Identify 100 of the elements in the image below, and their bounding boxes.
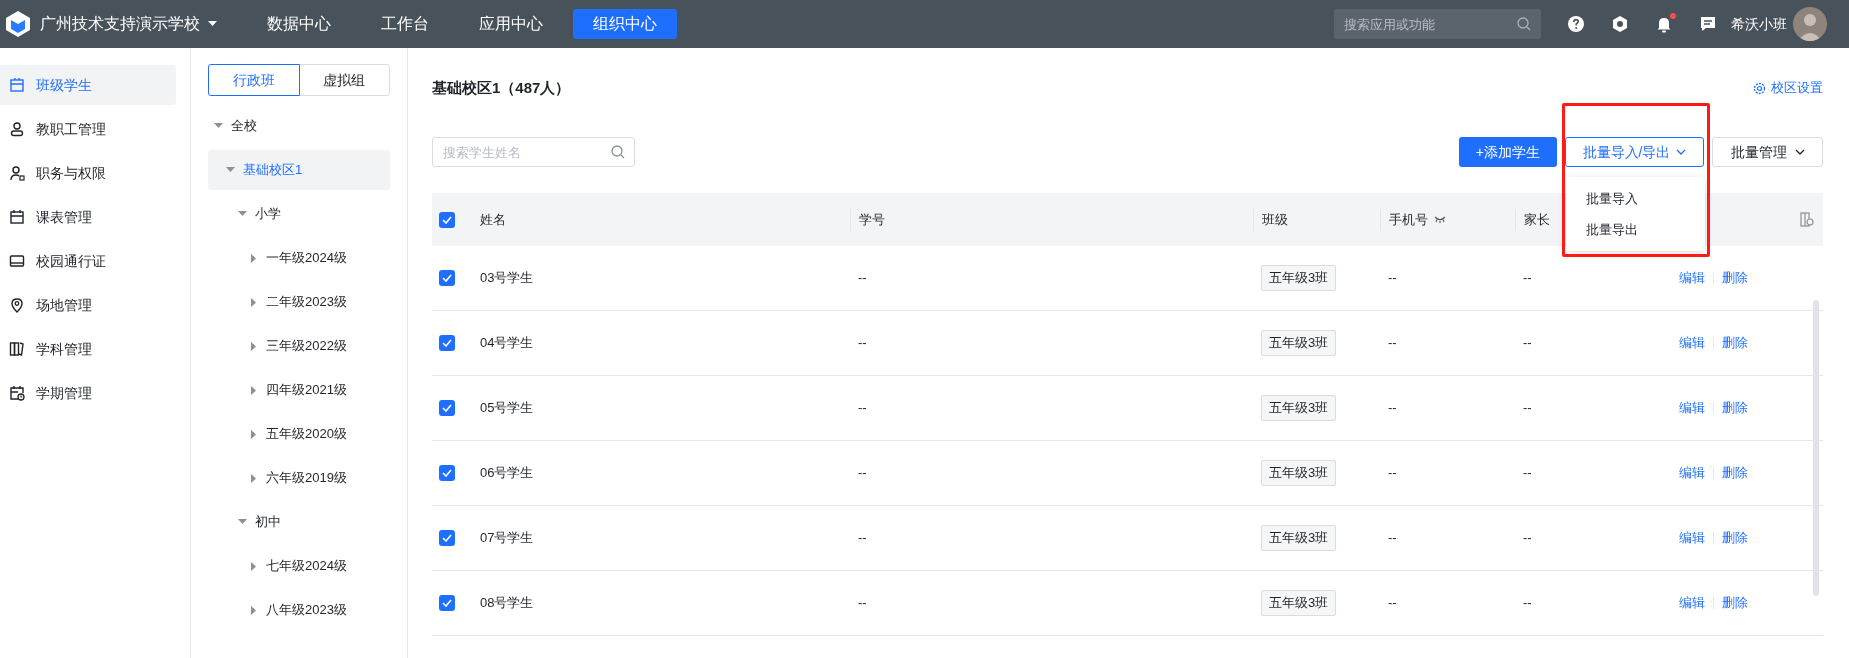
sidebar-item[interactable]: 学期管理 <box>0 373 176 413</box>
row-checkbox[interactable] <box>439 270 455 286</box>
tree-item[interactable]: 八年级2023级 <box>208 590 390 630</box>
tree-item[interactable]: 小学 <box>208 194 390 234</box>
nav-tab[interactable]: 工作台 <box>361 9 449 39</box>
caret-down-icon <box>238 211 247 217</box>
table-cell: 05号学生 <box>480 400 534 416</box>
delete-link[interactable]: 删除 <box>1722 398 1748 418</box>
caret-right-icon <box>251 561 257 571</box>
delete-link[interactable]: 删除 <box>1722 463 1748 483</box>
delete-link[interactable]: 删除 <box>1722 333 1748 353</box>
add-student-button[interactable]: +添加学生 <box>1458 137 1557 167</box>
search-icon <box>611 145 625 159</box>
edit-link[interactable]: 编辑 <box>1679 398 1705 418</box>
search-icon <box>1517 17 1531 31</box>
segment-tab[interactable]: 行政班 <box>208 64 300 96</box>
settings-icon <box>1753 81 1766 95</box>
column-header[interactable]: 学号 <box>859 209 885 230</box>
column-header[interactable]: 姓名 <box>480 209 506 230</box>
chevron-down-icon <box>1794 149 1805 155</box>
tree-item[interactable]: 基础校区1 <box>208 150 390 190</box>
search-field[interactable]: 搜索应用或功能 <box>1334 9 1541 39</box>
sidebar-item[interactable]: 学科管理 <box>0 329 176 369</box>
caret-right-icon <box>251 473 257 483</box>
menu-item[interactable]: 批量导出 <box>1566 214 1705 245</box>
calendar-icon <box>9 209 25 225</box>
column-header[interactable]: 手机号 <box>1389 209 1428 230</box>
row-checkbox[interactable] <box>439 595 455 611</box>
scrollbar[interactable] <box>1813 300 1819 596</box>
bell-icon <box>1655 15 1673 33</box>
table-cell: -- <box>1523 400 1532 416</box>
table-cell: 03号学生 <box>480 270 534 286</box>
caret-right-icon <box>251 297 257 307</box>
check-icon <box>442 599 452 607</box>
check-icon <box>442 339 452 347</box>
table-cell: -- <box>858 335 867 351</box>
tree-item[interactable]: 全校 <box>208 106 390 146</box>
column-header[interactable]: 家长 <box>1524 209 1550 230</box>
delete-link[interactable]: 删除 <box>1722 268 1748 288</box>
edit-link[interactable]: 编辑 <box>1679 528 1705 548</box>
nav-tab[interactable]: 应用中心 <box>459 9 563 39</box>
edit-link[interactable]: 编辑 <box>1679 463 1705 483</box>
sidebar-item[interactable]: 校园通行证 <box>0 241 176 281</box>
tree-item[interactable]: 三年级2022级 <box>208 326 390 366</box>
nav-tab[interactable]: 数据中心 <box>247 9 351 39</box>
check-icon <box>442 534 452 542</box>
table-cell: -- <box>1523 465 1532 481</box>
tree-item[interactable]: 二年级2023级 <box>208 282 390 322</box>
column-header[interactable]: 班级 <box>1262 209 1288 230</box>
settings-link[interactable]: 校区设置 <box>1753 78 1823 98</box>
person-icon <box>9 121 25 137</box>
caret-right-icon <box>251 385 257 395</box>
tree-item[interactable]: 七年级2024级 <box>208 546 390 586</box>
table-cell: -- <box>858 595 867 611</box>
caret-right-icon <box>251 605 257 615</box>
school-switcher[interactable]: 广州技术支持演示学校 <box>40 12 217 36</box>
tree-item[interactable]: 一年级2024级 <box>208 238 390 278</box>
menu-item[interactable]: 批量导入 <box>1566 183 1705 214</box>
import-export-dropdown[interactable]: 批量导入/导出 <box>1565 137 1704 167</box>
nav-tab[interactable]: 组织中心 <box>573 9 677 39</box>
caret-down-icon <box>214 123 223 129</box>
search-field[interactable]: 搜索学生姓名 <box>432 137 635 167</box>
row-checkbox[interactable] <box>439 335 455 351</box>
help-icon <box>1567 15 1585 33</box>
table-cell: -- <box>858 465 867 481</box>
segment-tab[interactable]: 虚拟组 <box>298 64 390 96</box>
delete-link[interactable]: 删除 <box>1722 593 1748 613</box>
table-cell: -- <box>1523 530 1532 546</box>
tree-item[interactable]: 六年级2019级 <box>208 458 390 498</box>
caret-down-icon <box>226 167 235 173</box>
sidebar-item[interactable]: 班级学生 <box>0 65 176 105</box>
select-all-checkbox[interactable] <box>439 211 455 228</box>
sidebar-item[interactable]: 教职工管理 <box>0 109 176 149</box>
sidebar-item[interactable]: 职务与权限 <box>0 153 176 193</box>
caret-down-icon <box>238 519 247 525</box>
row-checkbox[interactable] <box>439 465 455 481</box>
location-pin-icon <box>9 297 25 313</box>
tree-item[interactable]: 四年级2021级 <box>208 370 390 410</box>
caret-right-icon <box>251 253 257 263</box>
sidebar-item[interactable]: 课表管理 <box>0 197 176 237</box>
edit-link[interactable]: 编辑 <box>1679 333 1705 353</box>
edit-link[interactable]: 编辑 <box>1679 268 1705 288</box>
class-tag: 五年级3班 <box>1261 525 1337 551</box>
tree-item[interactable]: 五年级2020级 <box>208 414 390 454</box>
hexagon-icon <box>1611 15 1629 33</box>
row-checkbox[interactable] <box>439 400 455 416</box>
class-tag: 五年级3班 <box>1261 330 1337 356</box>
class-tag: 五年级3班 <box>1261 395 1337 421</box>
row-checkbox[interactable] <box>439 530 455 546</box>
batch-manage-dropdown[interactable]: 批量管理 <box>1712 137 1823 167</box>
sidebar-item[interactable]: 场地管理 <box>0 285 176 325</box>
user-avatar[interactable] <box>1793 7 1827 41</box>
delete-link[interactable]: 删除 <box>1722 528 1748 548</box>
class-tag: 五年级3班 <box>1261 460 1337 486</box>
edit-link[interactable]: 编辑 <box>1679 593 1705 613</box>
check-icon <box>442 274 452 282</box>
books-icon <box>9 341 25 357</box>
tree-item[interactable]: 初中 <box>208 502 390 542</box>
caret-icon <box>208 21 217 27</box>
table-cell: -- <box>1388 400 1397 416</box>
